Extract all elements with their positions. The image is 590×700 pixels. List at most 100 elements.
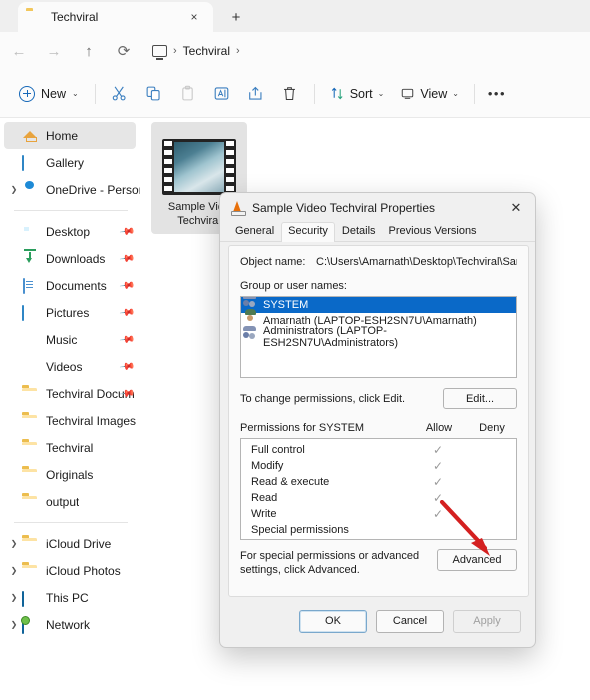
sidebar-item-label: Pictures xyxy=(46,305,90,320)
cancel-button[interactable]: Cancel xyxy=(376,609,444,633)
sidebar-item-gallery[interactable]: Gallery xyxy=(0,149,140,176)
allow-checkmark[interactable]: ✓ xyxy=(410,443,466,457)
videos-icon xyxy=(22,359,38,375)
share-button[interactable] xyxy=(239,79,273,109)
table-row[interactable]: Read ✓ xyxy=(241,490,516,506)
copy-button[interactable] xyxy=(137,79,171,109)
sidebar-item-this-pc[interactable]: ❯ This PC xyxy=(0,584,140,611)
view-button[interactable]: View ⌄ xyxy=(392,79,467,109)
properties-dialog: Sample Video Techviral Properties ✕ Gene… xyxy=(219,192,536,648)
edit-permissions-row: To change permissions, click Edit. Edit.… xyxy=(240,388,517,409)
advanced-button[interactable]: Advanced xyxy=(437,549,517,571)
tab-general[interactable]: General xyxy=(229,223,280,241)
refresh-icon[interactable]: ⟳ xyxy=(108,36,140,66)
allow-checkmark[interactable]: ✓ xyxy=(410,491,466,505)
breadcrumb-separator: › xyxy=(173,45,177,57)
permissions-listbox[interactable]: Full control ✓ Modify ✓ Read & execute ✓… xyxy=(240,438,517,540)
chevron-right-icon[interactable]: ❯ xyxy=(6,566,22,575)
table-row[interactable]: Read & execute ✓ xyxy=(241,474,516,490)
group-or-user-names-label: Group or user names: xyxy=(240,280,347,292)
sidebar-item-music[interactable]: Music 📌 xyxy=(0,326,140,353)
ok-button[interactable]: OK xyxy=(299,609,367,633)
table-row[interactable]: Write ✓ xyxy=(241,506,516,522)
list-item-label: SYSTEM xyxy=(263,299,309,311)
group-user-listbox[interactable]: SYSTEM Amarnath (LAPTOP-ESH2SN7U\Amarnat… xyxy=(240,296,517,378)
new-tab-button[interactable]: + xyxy=(222,4,250,30)
sidebar-item-pictures[interactable]: Pictures 📌 xyxy=(0,299,140,326)
chevron-right-icon[interactable]: ❯ xyxy=(6,620,22,629)
pin-icon: 📌 xyxy=(118,358,136,375)
navigation-sidebar: Home Gallery ❯ OneDrive - Persona Deskto… xyxy=(0,118,140,700)
dialog-titlebar: Sample Video Techviral Properties ✕ xyxy=(220,193,535,223)
sidebar-item-originals[interactable]: Originals xyxy=(0,461,140,488)
allow-checkmark[interactable]: ✓ xyxy=(410,459,466,473)
list-item[interactable]: Administrators (LAPTOP-ESH2SN7U\Administ… xyxy=(241,325,516,349)
rename-icon xyxy=(214,87,229,100)
advanced-hint-line2: click Advanced. xyxy=(284,564,360,576)
sidebar-item-label: Documents xyxy=(46,278,107,293)
up-icon[interactable]: ↑ xyxy=(73,36,105,66)
folder-icon xyxy=(22,563,38,579)
more-options-button[interactable]: ••• xyxy=(482,79,512,109)
sidebar-item-techviral[interactable]: Techviral xyxy=(0,434,140,461)
table-row[interactable]: Full control ✓ xyxy=(241,442,516,458)
toolbar-divider-3 xyxy=(473,83,475,104)
breadcrumb-separator-2: › xyxy=(236,45,240,57)
downloads-icon xyxy=(22,248,38,267)
dialog-title: Sample Video Techviral Properties xyxy=(252,201,435,215)
close-icon[interactable]: ✕ xyxy=(503,196,529,220)
sort-label: Sort xyxy=(349,86,373,101)
tab-techviral[interactable]: Techviral × xyxy=(18,2,213,32)
chevron-right-icon[interactable]: ❯ xyxy=(6,539,22,548)
sidebar-item-output[interactable]: output xyxy=(0,488,140,515)
tab-details[interactable]: Details xyxy=(336,223,382,241)
dialog-tabs: General Security Details Previous Versio… xyxy=(220,222,535,242)
chevron-right-icon[interactable]: ❯ xyxy=(6,593,22,602)
scissors-icon xyxy=(112,86,126,101)
sidebar-item-label: Techviral xyxy=(46,440,94,455)
sidebar-item-icloud-drive[interactable]: ❯ iCloud Drive xyxy=(0,530,140,557)
edit-button[interactable]: Edit... xyxy=(443,388,517,409)
allow-checkmark[interactable]: ✓ xyxy=(410,475,466,489)
plus-icon xyxy=(19,85,35,102)
tab-previous-versions[interactable]: Previous Versions xyxy=(383,223,483,241)
cut-button[interactable] xyxy=(103,79,137,109)
apply-button[interactable]: Apply xyxy=(453,609,521,633)
sidebar-item-videos[interactable]: Videos 📌 xyxy=(0,353,140,380)
breadcrumb-techviral[interactable]: Techviral xyxy=(183,44,230,58)
forward-icon[interactable]: → xyxy=(38,36,70,66)
share-icon xyxy=(249,86,262,100)
sidebar-item-techviral-documents[interactable]: Techviral Docum 📌 xyxy=(0,380,140,407)
pictures-icon xyxy=(22,304,38,321)
gallery-icon xyxy=(22,154,38,171)
sidebar-item-techviral-images[interactable]: Techviral Images xyxy=(0,407,140,434)
new-button[interactable]: New ⌄ xyxy=(12,79,88,109)
sort-button[interactable]: Sort ⌄ xyxy=(322,79,393,109)
tab-security[interactable]: Security xyxy=(281,222,335,242)
list-item[interactable]: SYSTEM xyxy=(241,297,516,313)
allow-checkmark[interactable]: ✓ xyxy=(410,507,466,521)
sidebar-item-icloud-photos[interactable]: ❯ iCloud Photos xyxy=(0,557,140,584)
address-bar[interactable]: › Techviral › xyxy=(146,36,580,66)
sidebar-item-label: OneDrive - Persona xyxy=(46,182,140,197)
sidebar-item-home[interactable]: Home xyxy=(4,122,136,149)
sidebar-item-network[interactable]: ❯ Network xyxy=(0,611,140,638)
sidebar-divider-2 xyxy=(14,522,128,523)
table-row[interactable]: Modify ✓ xyxy=(241,458,516,474)
sidebar-item-label: output xyxy=(46,494,80,509)
sidebar-item-onedrive[interactable]: ❯ OneDrive - Persona xyxy=(0,176,140,203)
sidebar-item-downloads[interactable]: Downloads 📌 xyxy=(0,245,140,272)
sidebar-item-label: Desktop xyxy=(46,224,91,239)
close-icon[interactable]: × xyxy=(183,6,205,28)
delete-button[interactable] xyxy=(273,79,307,109)
sidebar-item-desktop[interactable]: Desktop 📌 xyxy=(0,218,140,245)
thispc-icon xyxy=(22,590,38,607)
table-row[interactable]: Special permissions xyxy=(241,522,516,538)
back-icon[interactable]: ← xyxy=(3,36,35,66)
rename-button[interactable] xyxy=(205,79,239,109)
chevron-right-icon[interactable]: ❯ xyxy=(6,185,22,194)
pc-icon xyxy=(152,45,167,60)
sidebar-item-documents[interactable]: Documents 📌 xyxy=(0,272,140,299)
folder-icon xyxy=(26,9,42,25)
paste-button[interactable] xyxy=(171,79,205,109)
